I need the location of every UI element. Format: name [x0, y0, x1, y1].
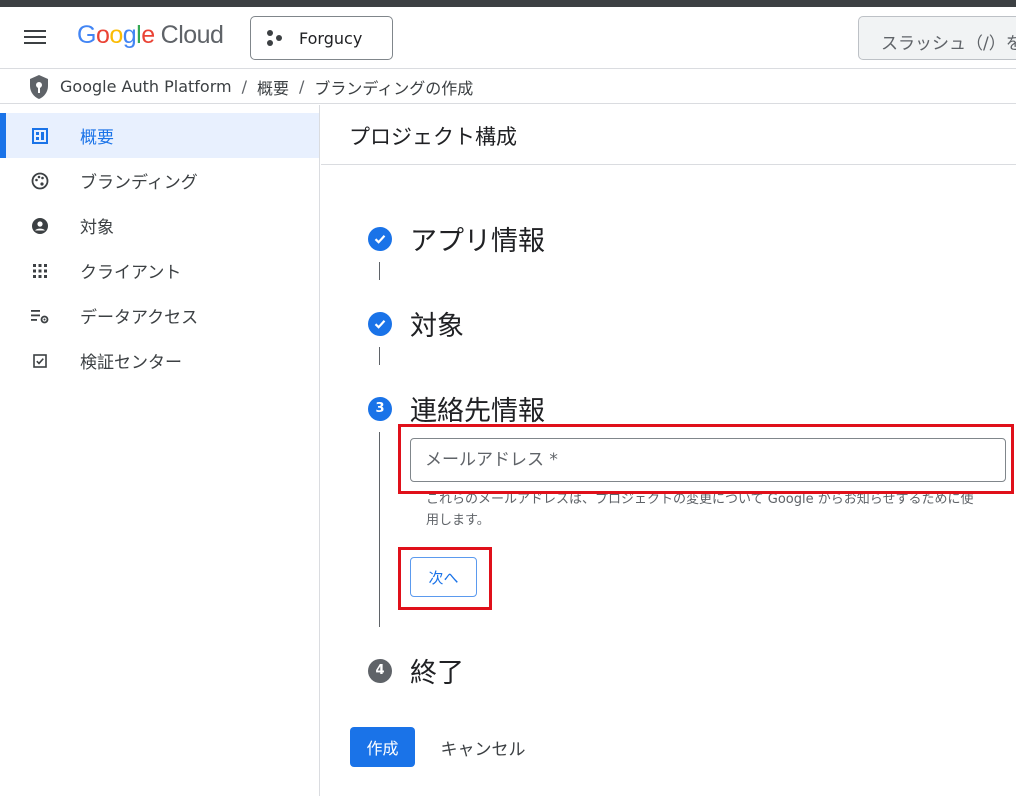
project-picker-button[interactable]: Forgucy [250, 16, 393, 60]
breadcrumb: Google Auth Platform / 概要 / ブランディングの作成 [0, 70, 1016, 104]
sidebar-item-label: データアクセス [80, 308, 199, 328]
sidebar-item-label: 対象 [80, 218, 114, 238]
stepper-connector [379, 262, 380, 280]
highlight-box-next [398, 547, 492, 610]
project-name: Forgucy [299, 28, 363, 48]
check-circle-icon [368, 311, 392, 336]
step-label: アプリ情報 [410, 226, 545, 257]
sidebar-item-audience[interactable]: 対象 [0, 203, 319, 248]
shield-lock-icon [30, 74, 48, 99]
sidebar-item-clients[interactable]: クライアント [0, 248, 319, 293]
step-label: 終了 [410, 658, 464, 689]
step-app-info[interactable]: アプリ情報 [368, 219, 545, 258]
sidebar-item-label: 概要 [80, 128, 114, 148]
highlight-box-email [398, 424, 1014, 494]
person-icon [31, 217, 49, 235]
check-circle-icon [368, 226, 392, 251]
step-label: 対象 [410, 311, 464, 342]
step-label: 連絡先情報 [410, 396, 545, 427]
top-strip [0, 0, 1016, 7]
step-number-badge: 3 [368, 396, 392, 421]
cancel-button[interactable]: キャンセル [427, 727, 539, 767]
main-content: プロジェクト構成 アプリ情報 対象 3 連絡先情報 これらのメールアドレスは、プ… [321, 105, 1016, 796]
palette-icon [31, 172, 49, 190]
breadcrumb-item-auth-platform[interactable]: Google Auth Platform [60, 77, 232, 96]
page-title: プロジェクト構成 [349, 125, 517, 149]
sidebar-item-label: クライアント [80, 263, 182, 283]
title-divider [321, 164, 1016, 165]
dashboard-icon [31, 127, 49, 145]
step-finish[interactable]: 4 終了 [368, 651, 464, 690]
step-contact-info[interactable]: 3 連絡先情報 [368, 389, 545, 428]
stepper-connector [379, 347, 380, 365]
sidebar-item-label: ブランディング [80, 173, 198, 193]
create-button[interactable]: 作成 [350, 727, 415, 767]
project-dots-icon [267, 29, 287, 47]
sidebar-item-overview[interactable]: 概要 [0, 113, 319, 158]
sidebar-item-verification-center[interactable]: 検証センター [0, 338, 319, 383]
sidebar-item-label: 検証センター [80, 353, 182, 373]
hamburger-menu-icon[interactable] [22, 26, 48, 50]
sidebar: 概要 ブランディング 対象 クライアント データアクセス 検証センター [0, 105, 320, 796]
breadcrumb-item-branding-create: ブランディングの作成 [314, 78, 474, 98]
step-audience[interactable]: 対象 [368, 304, 464, 343]
sidebar-item-branding[interactable]: ブランディング [0, 158, 319, 203]
data-settings-icon [31, 307, 49, 325]
google-cloud-logo[interactable]: Google Cloud [77, 21, 224, 50]
breadcrumb-item-overview[interactable]: 概要 [257, 75, 289, 99]
sidebar-item-data-access[interactable]: データアクセス [0, 293, 319, 338]
breadcrumb-separator: / [241, 77, 247, 96]
grid-icon [31, 262, 49, 280]
top-header: Google Cloud Forgucy スラッシュ（/）を [0, 7, 1016, 69]
checkbox-icon [31, 352, 49, 370]
step-number-badge: 4 [368, 658, 392, 683]
breadcrumb-separator: / [298, 77, 305, 96]
stepper-connector [379, 432, 380, 627]
email-hint: これらのメールアドレスは、プロジェクトの変更について Google からお知らせ… [426, 492, 974, 528]
search-input[interactable]: スラッシュ（/）を [858, 16, 1016, 60]
